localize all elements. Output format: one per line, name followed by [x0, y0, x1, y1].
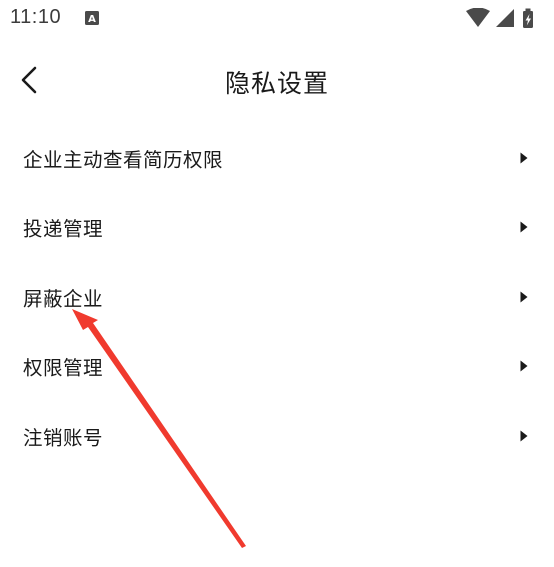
menu-item-label: 投递管理 [23, 217, 104, 241]
menu-item-application-management[interactable]: 投递管理 [0, 193, 554, 263]
menu-item-permission-management[interactable]: 权限管理 [0, 332, 554, 402]
chevron-right-icon [520, 221, 528, 233]
svg-text:A: A [88, 14, 96, 25]
menu-item-label: 企业主动查看简历权限 [23, 148, 224, 172]
menu-item-label: 注销账号 [23, 426, 104, 450]
header: 隐私设置 [0, 50, 554, 110]
menu-item-label: 屏蔽企业 [23, 287, 104, 311]
chevron-right-icon [520, 430, 528, 442]
privacy-settings-list: 企业主动查看简历权限 投递管理 屏蔽企业 权限管理 注销账号 [0, 123, 554, 471]
menu-item-resume-view-permission[interactable]: 企业主动查看简历权限 [0, 123, 554, 193]
menu-item-block-companies[interactable]: 屏蔽企业 [0, 262, 554, 332]
page-title: 隐私设置 [224, 69, 329, 98]
battery-charging-icon [523, 8, 533, 28]
chevron-right-icon [520, 152, 528, 164]
status-time: 11:10 [10, 6, 62, 28]
status-bar: 11:10 A [0, 0, 554, 40]
cell-signal-icon [496, 9, 514, 27]
chevron-right-icon [520, 360, 528, 372]
status-icons [466, 8, 533, 28]
chevron-right-icon [520, 291, 528, 303]
a-letter-badge-icon: A [85, 11, 99, 25]
wifi-icon [466, 8, 490, 27]
menu-item-label: 权限管理 [23, 356, 104, 380]
menu-item-delete-account[interactable]: 注销账号 [0, 401, 554, 471]
